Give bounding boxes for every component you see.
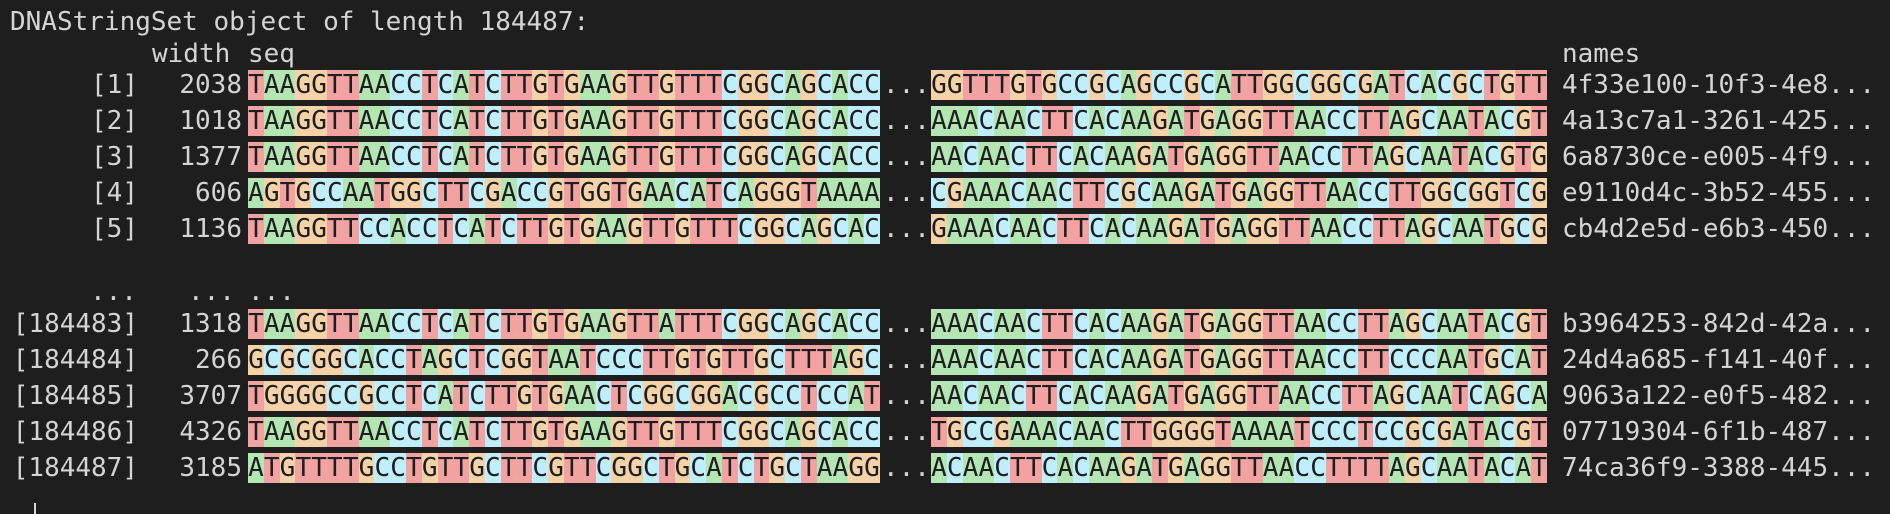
row-name: 07719304-6f1b-487... (1562, 417, 1876, 447)
gap-width-ellipsis: ... (188, 277, 235, 307)
sequence-left-segment: TAAGGTTAACCTCATCTTGTGAAGTTGTTTCGGCAGCACC (248, 106, 880, 136)
sequence-right-segment: GGTTTGTGCCGCAGCCGCATTGGCGGCGATCACGCTGTT (931, 70, 1548, 100)
width-column-header: width (152, 39, 231, 69)
sequence-right-segment: CGAAACAACTTCGCAAGATGAGGTTAACCTTGGCGGTCG (931, 178, 1548, 208)
sequence-ellipsis: ... (883, 309, 930, 339)
sequence-right-segment: AAACAACTTCACAAGATGAGGTTAACCTTAGCAATACGT (931, 309, 1548, 339)
sequence-ellipsis: ... (883, 453, 930, 483)
row-width: 3185 (179, 453, 242, 483)
row-index: [3] (91, 142, 138, 172)
sequence-left-segment: TAAGGTTAACCTCATCTTGTGAAGTTGTTTCGGCAGCACC (248, 142, 880, 172)
sequence-left-segment: TAAGGTTAACCTCATCTTGTGAAGTTGTTTCGGCAGCACC (248, 417, 880, 447)
row-index: [2] (91, 106, 138, 136)
sequence-row: [3] 1377 T A A G G T T A A C C T C A T C T T G T G A A G T T G T T T C G G… (0, 140, 1890, 174)
row-index: [184485] (12, 381, 138, 411)
row-index: [4] (91, 178, 138, 208)
sequence-left-segment: TAAGGTTAACCTCATCTTGTGAAGTTATTTCGGCAGCACC (248, 309, 880, 339)
sequence-row: [184485] 3707 T G G G G C C G C C T C A T C T T G T G A A C T C G G C… (0, 379, 1890, 413)
row-width: 1318 (179, 309, 242, 339)
sequence-left-segment: AGTGCCAATGGCTTCGACCGTGGTGAACATCAGGGTAAAA (248, 178, 880, 208)
row-name: 6a8730ce-e005-4f9... (1562, 142, 1876, 172)
terminal-output: DNAStringSet object of length 184487: wi… (0, 0, 1890, 514)
row-index: [184484] (12, 345, 138, 375)
sequence-ellipsis: ... (883, 381, 930, 411)
sequence-row: [184484] 266 G C G C G G C A C C T A G C T C G G T A A T C C C T T G T… (0, 343, 1890, 377)
row-width: 1018 (179, 106, 242, 136)
sequence-row: [1] 2038 T A A G G T T A A C C T C A T C T T G T G A A G T T G T T T C G G… (0, 68, 1890, 102)
terminal-cursor[interactable] (34, 503, 36, 514)
sequence-row: [5] 1136 T A A G G T T C C A C C T C A T C T T G T G A A G T T G T T T C G… (0, 212, 1890, 246)
sequence-row: [184486] 4326 T A A G G T T A A C C T C A T C T T G T G A A G T T G T… (0, 415, 1890, 449)
sequence-row: [184487] 3185 A T G T T T T G C C T G T T G C T T C G T T C G G C T G… (0, 451, 1890, 485)
sequence-left-segment: TGGGGCCGCCTCATCTTGTGAACTCGGCGGACGCCTCCAT (248, 381, 880, 411)
sequence-ellipsis: ... (883, 70, 930, 100)
sequence-ellipsis: ... (883, 178, 930, 208)
sequence-left-segment: TAAGGTTAACCTCATCTTGTGAAGTTGTTTCGGCAGCACC (248, 70, 880, 100)
sequence-left-segment: TAAGGTTCCACCTCATCTTGTGAAGTTGTTTCGGCAGCAC (248, 214, 880, 244)
row-width: 266 (195, 345, 242, 375)
row-name: b3964253-842d-42a... (1562, 309, 1876, 339)
sequence-left-segment: ATGTTTTGCCTGTTGCTTCGTTCGGCTGCATCTGCTAAGG (248, 453, 880, 483)
sequence-ellipsis: ... (883, 142, 930, 172)
sequence-row: [2] 1018 T A A G G T T A A C C T C A T C T T G T G A A G T T G T T T C G G… (0, 104, 1890, 138)
row-index: [184487] (12, 453, 138, 483)
row-name: 4f33e100-10f3-4e8... (1562, 70, 1876, 100)
sequence-right-segment: GAAACAACTTCACAAGATGAGGTTAACCTTAGCAATGCG (931, 214, 1548, 244)
row-name: 4a13c7a1-3261-425... (1562, 106, 1876, 136)
row-index: [1] (91, 70, 138, 100)
sequence-right-segment: AACAACTTCACAAGATGAGGTTAACCTTAGCAATACGTG (931, 142, 1548, 172)
sequence-ellipsis: ... (883, 106, 930, 136)
sequence-row: [184483] 1318 T A A G G T T A A C C T C A T C T T G T G A A G T T A T… (0, 307, 1890, 341)
row-name: 24d4a685-f141-40f... (1562, 345, 1876, 375)
sequence-row: [4] 606 A G T G C C A A T G G C T T C G A C C G T G G T G A A C A T C A G G… (0, 176, 1890, 210)
row-index: [184486] (12, 417, 138, 447)
gap-row: ... ... ... (0, 275, 1890, 309)
row-width: 2038 (179, 70, 242, 100)
seq-column-header: seq (248, 39, 295, 69)
row-width: 1377 (179, 142, 242, 172)
row-name: e9110d4c-3b52-455... (1562, 178, 1876, 208)
sequence-right-segment: AACAACTTCACAAGATGAGGTTAACCTTAGCAATCAGCA (931, 381, 1548, 411)
row-width: 3707 (179, 381, 242, 411)
sequence-left-segment: GCGCGGCACCTAGCTCGGTAATCCCTTGTGTTGCTTTAGC (248, 345, 880, 375)
row-name: 74ca36f9-3388-445... (1562, 453, 1876, 483)
sequence-right-segment: TGCCGAAACAACTTGGGGTAAAATCCCTCCGCGATACGT (931, 417, 1548, 447)
sequence-ellipsis: ... (883, 214, 930, 244)
names-column-header: names (1562, 39, 1641, 69)
row-width: 4326 (179, 417, 242, 447)
sequence-right-segment: AAACAACTTCACAAGATGAGGTTAACCTTCCCAATGCAT (931, 345, 1548, 375)
gap-seq-ellipsis: ... (248, 277, 295, 307)
gap-index-ellipsis: ... (90, 277, 137, 307)
row-index: [5] (91, 214, 138, 244)
sequence-right-segment: AAACAACTTCACAAGATGAGGTTAACCTTAGCAATACGT (931, 106, 1548, 136)
sequence-ellipsis: ... (883, 417, 930, 447)
row-name: 9063a122-e0f5-482... (1562, 381, 1876, 411)
object-summary: DNAStringSet object of length 184487: (10, 7, 590, 37)
row-width: 1136 (179, 214, 242, 244)
row-name: cb4d2e5d-e6b3-450... (1562, 214, 1876, 244)
row-index: [184483] (12, 309, 138, 339)
sequence-ellipsis: ... (883, 345, 930, 375)
row-width: 606 (195, 178, 242, 208)
sequence-right-segment: ACAACTTCACAAGATGAGGTTAACCTTTTAGCAATACAT (931, 453, 1548, 483)
